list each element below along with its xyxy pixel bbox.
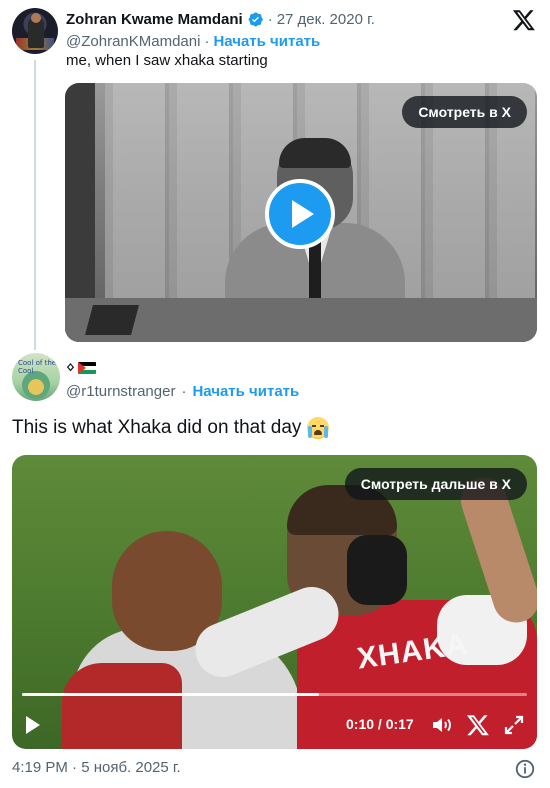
main-tweet-text-row: This is what Xhaka did on that day [12,417,330,439]
parent-tweet-subheader: @ZohranKMamdani · Начать читать [66,31,320,51]
expand-icon[interactable] [502,713,526,737]
separator-dot: · [181,382,187,400]
author-handle[interactable]: @r1turnstranger [66,383,175,400]
author-name[interactable]: Zohran Kwame Mamdani [66,11,243,28]
play-icon[interactable] [26,716,40,734]
tweet-timestamp[interactable]: 4:19 PM · 5 нояб. 2025 г. [12,759,181,776]
video-controls: 0:10 / 0:17 [12,707,537,743]
main-tweet-header: ᛜ [66,358,97,378]
separator-dot: · [267,10,273,28]
main-tweet-text: This is what Xhaka did on that day [12,417,302,438]
play-icon[interactable] [265,179,335,249]
verified-badge-icon [248,12,263,26]
avatar-r1turnstranger[interactable]: Cool of the Cool [12,353,60,401]
video-progress-fill [22,693,319,696]
volume-icon[interactable] [430,713,454,737]
separator-dot: · [204,32,210,50]
follow-button[interactable]: Начать читать [192,383,299,400]
author-name[interactable]: ᛜ [66,360,75,377]
main-tweet-video[interactable]: XHAKA Смотреть дальше в X 0:10 / 0:17 [12,455,537,749]
parent-tweet-header: Zohran Kwame Mamdani · 27 дек. 2020 г. [66,9,375,29]
watch-on-x-button[interactable]: Смотреть в X [402,96,527,128]
parent-tweet-video[interactable]: Смотреть в X [65,83,537,342]
parent-tweet-text: me, when I saw xhaka starting [66,52,268,69]
video-time: 0:10 / 0:17 [346,716,414,732]
tweet-date[interactable]: 27 дек. 2020 г. [277,11,375,28]
thread-connector-line [34,60,36,350]
info-icon[interactable] [514,758,536,780]
loudly-crying-face-icon [307,417,330,439]
x-logo-icon[interactable] [466,713,490,737]
author-handle[interactable]: @ZohranKMamdani [66,33,200,50]
main-tweet-subheader: @r1turnstranger · Начать читать [66,381,299,401]
palestine-flag-icon [78,362,97,374]
watch-more-on-x-button[interactable]: Смотреть дальше в X [344,468,527,500]
x-logo-icon[interactable] [512,8,536,32]
avatar-text: Cool of the Cool [18,359,57,375]
avatar-zohran[interactable] [12,8,58,54]
follow-button[interactable]: Начать читать [213,33,320,50]
video-progress-bar[interactable] [22,693,527,696]
